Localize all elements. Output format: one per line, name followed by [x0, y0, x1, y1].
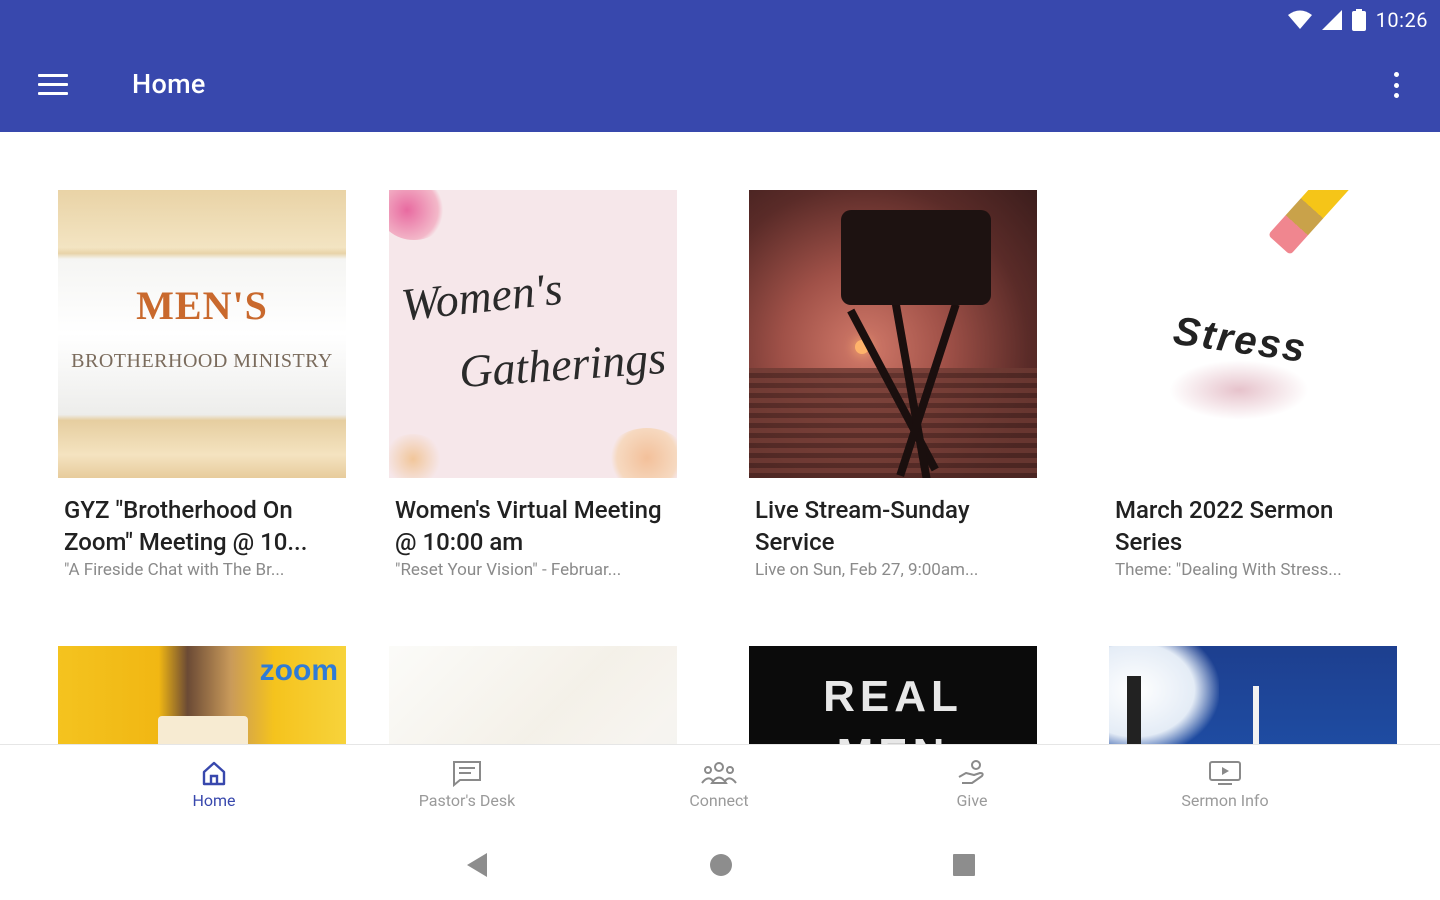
wifi-icon — [1287, 10, 1312, 29]
card-subtitle: "A Fireside Chat with The Br... — [64, 560, 285, 580]
nav-label: Sermon Info — [1181, 791, 1269, 810]
card-thumbnail: Stress — [1109, 190, 1397, 478]
card-thumbnail — [1109, 646, 1397, 744]
give-hand-icon — [958, 760, 984, 784]
signal-icon — [1321, 10, 1342, 30]
flower-decoration — [389, 190, 449, 240]
nav-label: Connect — [689, 791, 749, 810]
card-thumbnail: zoom — [58, 646, 346, 744]
message-icon — [453, 761, 481, 787]
card-subtitle: "Reset Your Vision" - Februar... — [395, 560, 622, 580]
status-time: 10:26 — [1375, 8, 1428, 32]
bottom-navigation: Home Pastor's Desk Connect Give Sermon I… — [0, 744, 1440, 830]
nav-label: Pastor's Desk — [418, 791, 516, 810]
card-faint[interactable] — [389, 646, 679, 744]
card-subtitle: Theme: "Dealing With Stress... — [1115, 560, 1342, 580]
card-womens-meeting[interactable]: Women's Gatherings Women's Virtual Meeti… — [389, 190, 679, 582]
content-grid: MEN'S BROTHERHOOD MINISTRY GYZ "Brotherh… — [0, 132, 1440, 744]
more-vert-icon[interactable] — [1388, 68, 1404, 102]
card-sky[interactable] — [1109, 646, 1399, 744]
pencil-image — [1267, 190, 1397, 256]
card-title: GYZ "Brotherhood On Zoom" Meeting @ 10..… — [64, 496, 308, 556]
card-sermon-series[interactable]: Stress March 2022 Sermon Series Theme: "… — [1109, 190, 1399, 582]
thumb-heading: MEN'S — [136, 283, 268, 328]
video-camera-image — [841, 210, 991, 305]
thumb-subheading: BROTHERHOOD MINISTRY — [71, 350, 333, 372]
system-navigation-bar — [0, 830, 1440, 900]
thumb-heading: REAL — [823, 672, 963, 721]
nav-connect[interactable]: Connect — [619, 745, 819, 831]
card-thumbnail: REAL MEN — [749, 646, 1037, 744]
card-title: Live Stream-Sunday Service — [755, 496, 970, 556]
open-book-image — [158, 716, 248, 744]
card-thumbnail — [389, 646, 677, 744]
hamburger-menu-icon[interactable] — [38, 70, 72, 100]
nav-pastors-desk[interactable]: Pastor's Desk — [367, 745, 567, 831]
card-thumbnail: MEN'S BROTHERHOOD MINISTRY — [58, 190, 346, 478]
chimney-image — [1127, 676, 1141, 744]
flower-decoration — [607, 428, 677, 478]
status-bar: 10:26 — [1287, 6, 1428, 34]
group-icon — [701, 762, 737, 784]
home-circle-icon[interactable] — [709, 852, 733, 878]
card-zoom-reading[interactable]: zoom — [58, 646, 348, 744]
nav-sermon-info[interactable]: Sermon Info — [1125, 745, 1325, 831]
card-thumbnail: Women's Gatherings — [389, 190, 677, 478]
zoom-logo: zoom — [259, 654, 338, 687]
card-title: March 2022 Sermon Series — [1115, 496, 1334, 556]
nav-label: Home — [192, 791, 236, 810]
card-live-stream[interactable]: Live Stream-Sunday Service Live on Sun, … — [749, 190, 1039, 582]
card-thumbnail — [749, 190, 1037, 478]
recents-icon[interactable] — [952, 852, 976, 878]
back-icon[interactable] — [465, 852, 489, 878]
flower-decoration — [389, 434, 443, 478]
page-title: Home — [132, 68, 206, 100]
nav-give[interactable]: Give — [872, 745, 1072, 831]
card-real-men[interactable]: REAL MEN — [749, 646, 1039, 744]
thumb-subheading: Gatherings — [457, 331, 668, 398]
tower-image — [1253, 686, 1259, 744]
video-icon — [1209, 761, 1241, 785]
nav-label: Give — [956, 791, 988, 810]
thumb-subheading: MEN — [749, 730, 1037, 744]
battery-icon — [1351, 9, 1366, 31]
home-icon — [202, 761, 226, 786]
card-subtitle: Live on Sun, Feb 27, 9:00am... — [755, 560, 979, 580]
card-title: Women's Virtual Meeting @ 10:00 am — [395, 496, 662, 556]
cloud-image — [1109, 646, 1219, 744]
app-bar: 10:26 Home — [0, 0, 1440, 132]
thumb-heading: Women's — [398, 262, 565, 331]
card-mens-brotherhood[interactable]: MEN'S BROTHERHOOD MINISTRY GYZ "Brotherh… — [58, 190, 348, 582]
nav-home[interactable]: Home — [114, 745, 314, 831]
